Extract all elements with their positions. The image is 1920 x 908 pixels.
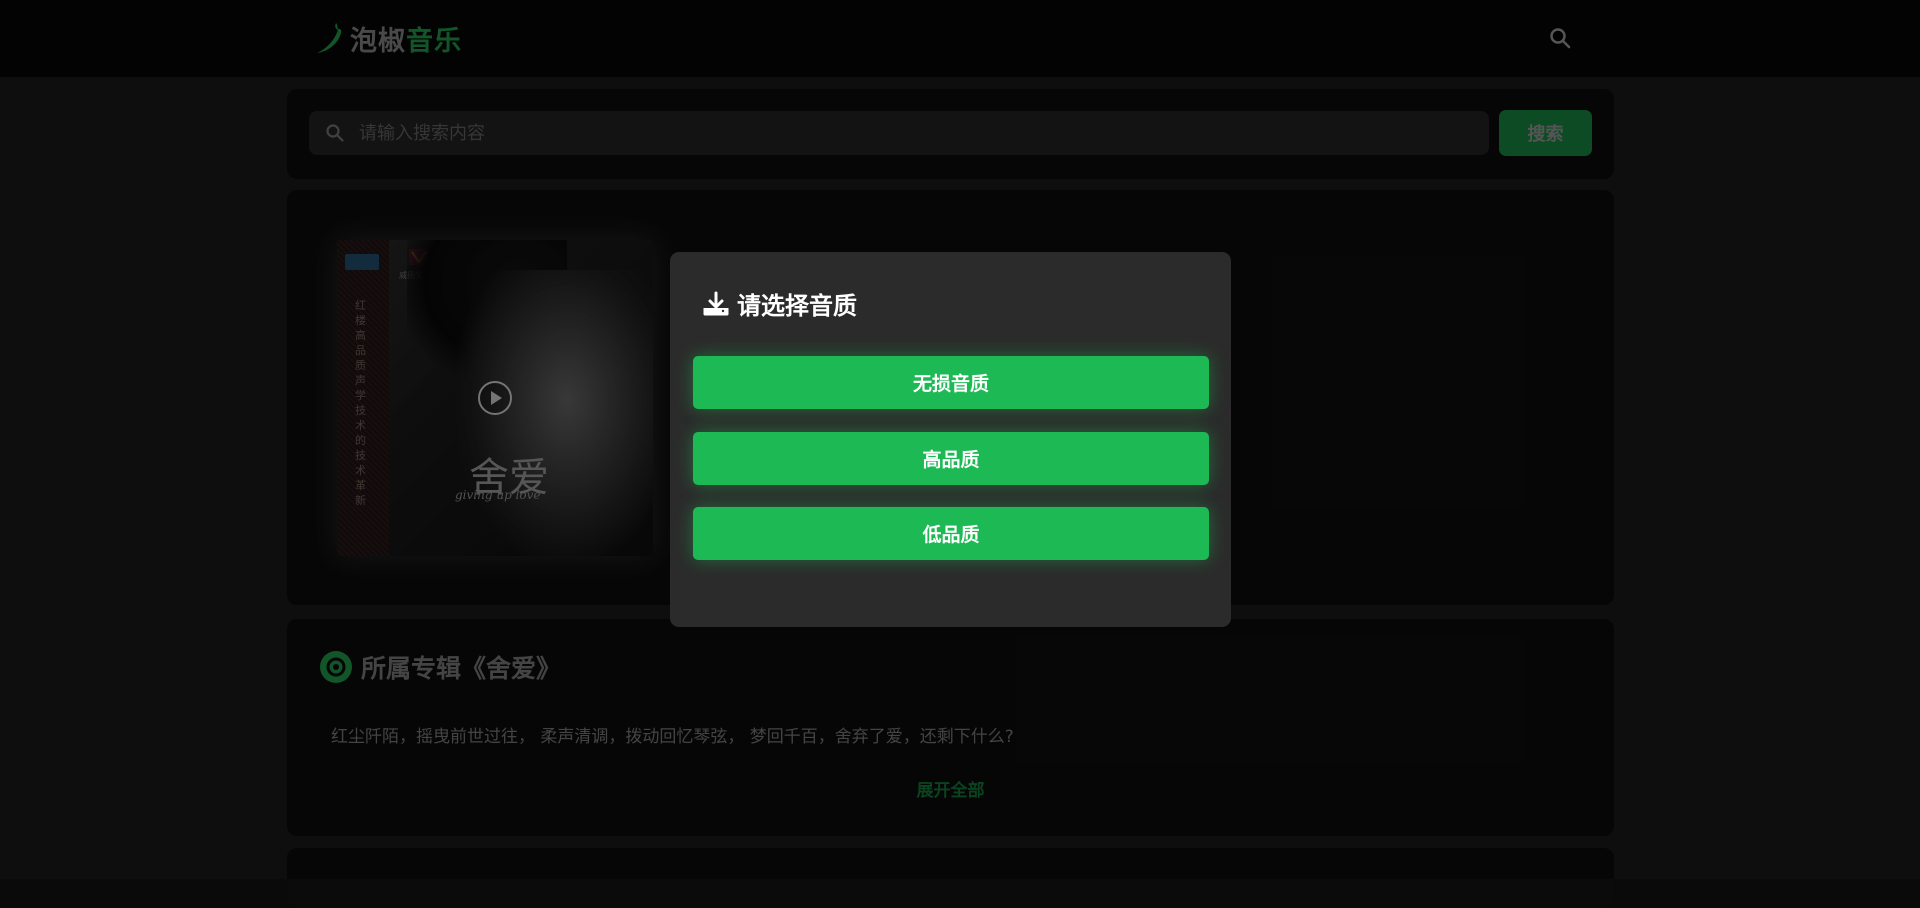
download-icon (703, 291, 729, 315)
modal-title: 请选择音质 (737, 292, 857, 320)
modal-header: 请选择音质 (703, 286, 857, 321)
high-quality-button[interactable]: 高品质 (693, 432, 1209, 485)
low-quality-button[interactable]: 低品质 (693, 507, 1209, 560)
lossless-quality-button[interactable]: 无损音质 (693, 356, 1209, 409)
quality-select-modal: 请选择音质 无损音质 高品质 低品质 (670, 252, 1231, 627)
